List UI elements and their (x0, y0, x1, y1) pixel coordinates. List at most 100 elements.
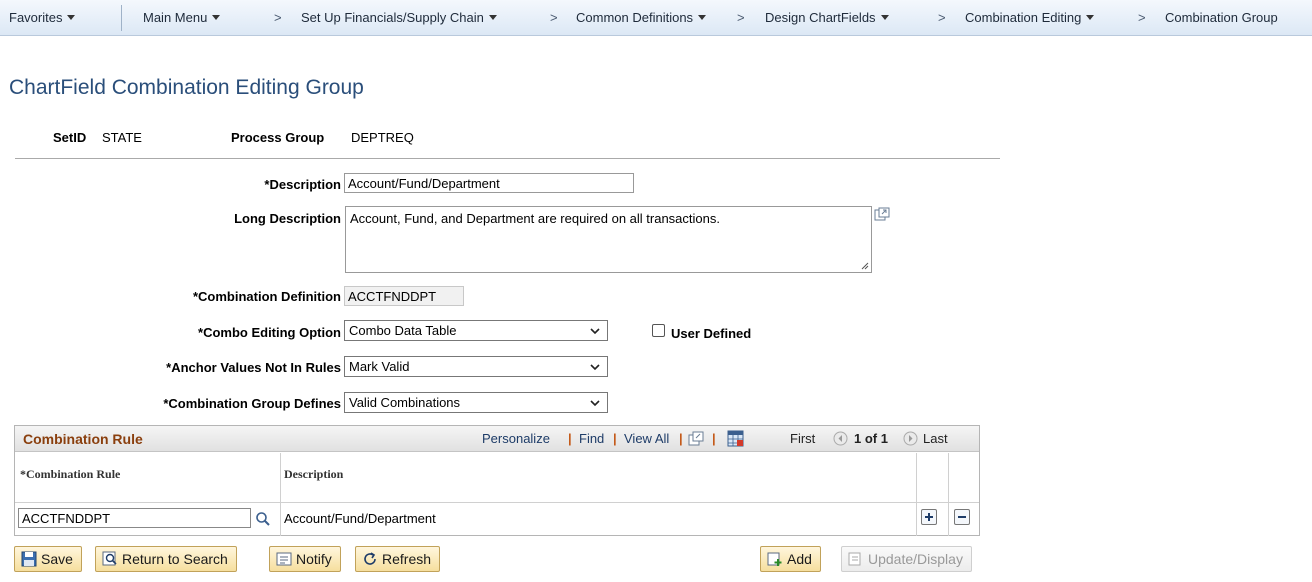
next-icon[interactable] (903, 431, 918, 446)
save-label: Save (41, 551, 73, 567)
link-separator: | (568, 431, 572, 446)
last-link[interactable]: Last (923, 431, 948, 446)
favorites-menu[interactable]: Favorites (9, 10, 76, 25)
setid-value: STATE (102, 130, 142, 145)
combo-editing-option-value: Combo Data Table (349, 323, 457, 338)
anchor-values-label: *Anchor Values Not In Rules (166, 360, 341, 375)
link-separator: | (712, 431, 716, 446)
chevron-down-icon (590, 364, 600, 371)
return-to-search-button[interactable]: Return to Search (95, 546, 237, 572)
column-divider (948, 453, 949, 536)
notify-button[interactable]: Notify (269, 546, 341, 572)
chevron-down-icon (880, 15, 889, 20)
notify-label: Notify (296, 551, 332, 567)
breadcrumb-item-label: Combination Editing (965, 10, 1082, 25)
search-icon[interactable] (255, 511, 271, 527)
anchor-values-value: Mark Valid (349, 359, 410, 374)
download-spreadsheet-icon[interactable] (727, 430, 744, 447)
divider (121, 5, 122, 31)
chevron-down-icon (67, 15, 76, 20)
personalize-link[interactable]: Personalize (482, 431, 550, 446)
group-defines-select[interactable]: Valid Combinations (344, 392, 608, 413)
breadcrumb-separator: > (938, 10, 946, 25)
notify-icon (276, 552, 292, 566)
chevron-down-icon (698, 15, 707, 20)
chevron-down-icon (590, 400, 600, 407)
setid-label: SetID (53, 130, 87, 145)
return-search-icon (102, 551, 117, 566)
main-menu-label: Main Menu (143, 10, 208, 25)
breadcrumb-item-label: Common Definitions (576, 10, 694, 25)
zoom-grid-icon[interactable] (688, 431, 705, 446)
update-display-icon (848, 552, 861, 566)
grid-title: Combination Rule (23, 431, 143, 447)
divider (15, 158, 1000, 159)
breadcrumb-item-setup-financials[interactable]: Set Up Financials/Supply Chain (301, 10, 497, 25)
combo-editing-option-select[interactable]: Combo Data Table (344, 320, 608, 341)
expand-text-icon[interactable] (874, 207, 890, 221)
breadcrumb-separator: > (737, 10, 745, 25)
chevron-down-icon (212, 15, 221, 20)
group-defines-label: *Combination Group Defines (163, 396, 341, 411)
group-defines-value: Valid Combinations (349, 395, 461, 410)
previous-icon[interactable] (833, 431, 848, 446)
chevron-down-icon (488, 15, 497, 20)
user-defined-label: User Defined (671, 326, 752, 341)
find-link[interactable]: Find (579, 431, 604, 446)
favorites-label: Favorites (9, 10, 63, 25)
breadcrumb-item-label: Set Up Financials/Supply Chain (301, 10, 484, 25)
add-icon (767, 552, 782, 566)
add-button[interactable]: Add (760, 546, 821, 572)
anchor-values-select[interactable]: Mark Valid (344, 356, 608, 377)
update-display-button[interactable]: Update/Display (841, 546, 972, 572)
grid-column-header-row: *Combination Rule Description (15, 453, 979, 503)
refresh-button[interactable]: Refresh (355, 546, 441, 572)
combination-definition-value: ACCTFNDDPT (344, 286, 464, 306)
add-row-button[interactable] (921, 509, 937, 525)
breadcrumb: Favorites Main Menu > Set Up Financials/… (0, 0, 1312, 36)
chevron-down-icon (1086, 15, 1095, 20)
refresh-label: Refresh (382, 551, 432, 567)
refresh-icon (364, 552, 376, 565)
main-menu[interactable]: Main Menu (143, 10, 221, 25)
combination-rule-grid: Combination Rule Personalize | Find | Vi… (14, 425, 980, 536)
breadcrumb-item-label: Design ChartFields (765, 10, 876, 25)
update-display-label: Update/Display (868, 551, 963, 567)
return-to-search-label: Return to Search (122, 551, 228, 567)
long-description-label: Long Description (234, 211, 341, 226)
combination-definition-label: *Combination Definition (192, 289, 341, 304)
column-header-combination-rule[interactable]: *Combination Rule (20, 467, 120, 482)
combo-editing-option-label: *Combo Editing Option (198, 325, 341, 340)
column-divider (916, 453, 917, 536)
view-all-link[interactable]: View All (624, 431, 669, 446)
plus-icon (925, 513, 933, 521)
long-description-text: Account, Fund, and Department are requir… (350, 211, 720, 226)
column-header-description[interactable]: Description (284, 467, 343, 482)
breadcrumb-item-combination-editing[interactable]: Combination Editing (965, 10, 1095, 25)
add-label: Add (787, 551, 812, 567)
chevron-down-icon (590, 328, 600, 335)
description-field[interactable]: Account/Fund/Department (344, 173, 634, 193)
breadcrumb-separator: > (274, 10, 282, 25)
minus-icon (958, 516, 966, 518)
row-description: Account/Fund/Department (284, 511, 436, 526)
resize-handle-icon[interactable] (861, 262, 869, 270)
breadcrumb-item-combination-group[interactable]: Combination Group (1165, 10, 1278, 25)
delete-row-button[interactable] (954, 509, 970, 525)
pager-text: 1 of 1 (854, 431, 888, 446)
breadcrumb-item-common-definitions[interactable]: Common Definitions (576, 10, 707, 25)
column-divider (280, 453, 281, 536)
first-link[interactable]: First (790, 431, 815, 446)
save-button[interactable]: Save (14, 546, 82, 572)
description-label: *Description (264, 177, 341, 192)
link-separator: | (679, 431, 683, 446)
link-separator: | (613, 431, 617, 446)
user-defined-checkbox[interactable] (652, 324, 665, 337)
page-title: ChartField Combination Editing Group (9, 76, 364, 99)
breadcrumb-separator: > (1138, 10, 1146, 25)
grid-header: Combination Rule Personalize | Find | Vi… (15, 426, 979, 452)
floppy-disk-icon (21, 551, 37, 567)
breadcrumb-item-design-chartfields[interactable]: Design ChartFields (765, 10, 889, 25)
combination-rule-field[interactable]: ACCTFNDDPT (18, 508, 251, 528)
long-description-field[interactable]: Account, Fund, and Department are requir… (345, 206, 872, 273)
